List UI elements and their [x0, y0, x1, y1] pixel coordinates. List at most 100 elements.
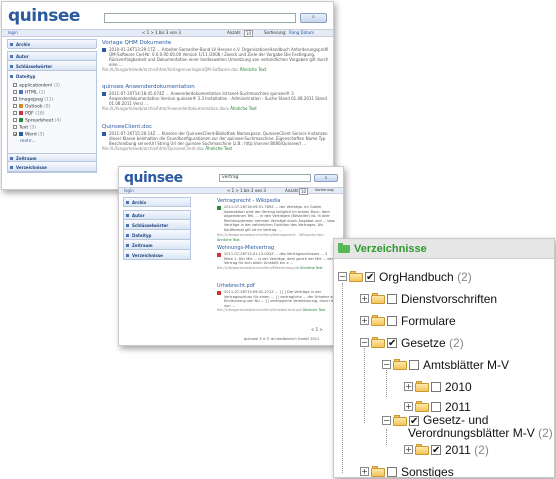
tree-header: Verzeichnisse: [334, 239, 554, 259]
result-title[interactable]: QuinseeClient.doc: [102, 124, 330, 131]
search-input[interactable]: [104, 13, 296, 23]
result-snippet: 2011-07-26T15:26:14Z ... Klassen der Qui…: [102, 131, 330, 146]
result-title[interactable]: Vertragsrecht - Wikipedia: [217, 198, 337, 205]
result-snippet: 2011-07-20T14:18:45.074Z ... Anwenderdok…: [102, 91, 330, 106]
result-links[interactable]: Ähnliche Text: [230, 106, 257, 111]
sort-options[interactable]: Rang Datum: [289, 30, 314, 35]
checkbox[interactable]: [387, 316, 397, 326]
result-title[interactable]: Vorlage QHM Dokumente: [102, 40, 330, 47]
expand-toggle[interactable]: +: [360, 316, 369, 325]
count-select[interactable]: 10: [244, 30, 254, 37]
checkbox[interactable]: [387, 294, 397, 304]
tree-node-label: 2011: [445, 400, 471, 414]
sidebar-item-autor[interactable]: Autor: [8, 52, 96, 61]
count-label: Anzahl: [285, 188, 299, 193]
tree-node-count: (2): [474, 443, 489, 457]
expand-toggle[interactable]: +: [404, 402, 413, 411]
checkbox[interactable]: ✔: [365, 272, 375, 283]
result-links[interactable]: Ähnliche Text: [217, 238, 240, 242]
collapse-toggle[interactable]: −: [382, 360, 391, 369]
collapse-toggle[interactable]: −: [360, 338, 369, 347]
expand-toggle[interactable]: +: [360, 294, 369, 303]
count-select[interactable]: 10: [299, 188, 309, 195]
filetype-item[interactable]: applicationkml (3): [13, 83, 60, 90]
folder-icon: [415, 401, 429, 412]
filetype-item[interactable]: Text (3): [13, 125, 36, 132]
result-path: file://L/fangarte/web/archiv/html/Vertra…: [217, 232, 324, 237]
login-link[interactable]: login: [124, 188, 134, 193]
tree-node-count: (2): [457, 270, 472, 284]
sidebar-section-archiv[interactable]: Archiv: [7, 39, 97, 49]
result-links[interactable]: Ähnliche Text: [300, 266, 323, 270]
folder-open-icon: [393, 359, 407, 370]
sidebar-item-dateityp[interactable]: Dateityp: [8, 72, 96, 81]
tree-node-count: (2): [538, 426, 553, 440]
sidebar-item-zeitraum[interactable]: Zeitraum: [124, 241, 190, 250]
expand-toggle[interactable]: +: [404, 445, 413, 454]
pdf-icon: [19, 111, 23, 115]
sidebar-item-schluesselwoerter[interactable]: Schlüsselwörter: [8, 62, 96, 71]
footer: quinsee 3.4 © dr.herdlennich GmbH 2011: [244, 337, 320, 341]
more-link[interactable]: mehr...: [20, 139, 36, 145]
result-path: file://L/fangarte/web/archiv/html/Urhebe…: [217, 308, 302, 313]
login-link[interactable]: login: [8, 30, 18, 35]
result-links[interactable]: Ähnliche Text: [205, 146, 232, 151]
folder-icon: [371, 466, 385, 477]
pager-bottom[interactable]: < 1 >: [311, 327, 323, 332]
tree-node-label: 2010: [445, 380, 472, 394]
expand-toggle[interactable]: +: [360, 467, 369, 476]
result-links[interactable]: Ähnliche Text: [303, 308, 326, 312]
filetype-item[interactable]: Spreadsheet (4): [13, 118, 61, 125]
result-title[interactable]: quinsee Anwenderdokumentation: [102, 84, 330, 91]
filetype-item[interactable]: Outlook (9): [13, 104, 50, 111]
pager[interactable]: < 1 > 1 bis 3 von 3: [227, 188, 266, 193]
result-item: quinsee Anwenderdokumentation 2011-07-20…: [102, 84, 330, 111]
result-item: QuinseeClient.doc 2011-07-26T15:26:14Z .…: [102, 124, 330, 151]
result-snippet: 2011-07-26T15:09:42.271Z ... ] [ ] Die V…: [217, 290, 337, 308]
search-input[interactable]: vertrag: [219, 174, 311, 182]
tree-node-label: 2011: [445, 443, 471, 457]
tree-node-label: Sonstiges: [401, 465, 454, 478]
result-links[interactable]: Ähnliche Text: [240, 67, 267, 72]
result-title[interactable]: Urhebrecht.pdf: [217, 283, 337, 290]
sidebar-item-dateityp[interactable]: Dateityp: [124, 231, 190, 240]
sidebar-section-archiv[interactable]: Archiv: [123, 197, 191, 207]
checkbox[interactable]: ✔: [387, 338, 397, 349]
sidebar-item-verzeichnisse[interactable]: Verzeichnisse: [8, 163, 96, 172]
sidebar-item-schluesselwoerter[interactable]: Schlüsselwörter: [124, 221, 190, 230]
pager[interactable]: < 1 > 1 bis 3 von 3: [142, 30, 181, 35]
word-icon: [102, 132, 106, 136]
checkbox[interactable]: ✔: [431, 445, 441, 456]
search-button[interactable]: ⌕: [300, 13, 327, 23]
checkbox[interactable]: ✔: [409, 416, 419, 427]
result-title[interactable]: Wohnungs-Mietvertrag: [217, 245, 337, 252]
checkbox[interactable]: [431, 382, 441, 392]
tree-node-label: Gesetz- und: [423, 413, 489, 427]
sidebar-item-archiv[interactable]: Archiv: [8, 40, 96, 49]
tree-header-label: Verzeichnisse: [354, 243, 427, 255]
checkbox[interactable]: [387, 467, 397, 477]
collapse-toggle[interactable]: −: [338, 272, 347, 281]
result-path: file://L/fangarte/web/archiv/html/Anwend…: [102, 106, 229, 111]
result-path: file://L/fangarte/web/archiv/html/Quinse…: [102, 146, 205, 151]
sidebar-item-zeitraum[interactable]: Zeitraum: [8, 153, 96, 162]
result-snippet: 2011-07-26T16:09:51.789Z ... der Verträg…: [217, 205, 337, 233]
filetype-item[interactable]: ✔ Word (5): [13, 132, 44, 139]
expand-toggle[interactable]: +: [404, 382, 413, 391]
search-button[interactable]: ⌕: [314, 174, 338, 182]
count-label: Anzahl: [227, 30, 241, 35]
collapse-toggle[interactable]: −: [382, 416, 391, 425]
result-path: file://L/fangarte/web/archiv/html/Mietve…: [217, 265, 300, 270]
checkbox[interactable]: [409, 360, 419, 370]
folder-open-icon: [338, 243, 350, 253]
sort-label: Sortierung:: [315, 188, 335, 192]
filetype-item[interactable]: Imagejpeg (11): [13, 97, 54, 104]
sort-label: Sortierung:: [264, 30, 287, 35]
filetype-item[interactable]: PDF (18): [13, 111, 44, 118]
outlook-icon: [19, 104, 23, 108]
sidebar-item-archiv[interactable]: Archiv: [124, 198, 190, 207]
sidebar-item-autor[interactable]: Autor: [124, 211, 190, 220]
sidebar-item-verzeichnisse[interactable]: Verzeichnisse: [124, 251, 190, 260]
checkbox[interactable]: [431, 402, 441, 412]
filetype-item[interactable]: HTML (1): [13, 90, 45, 97]
